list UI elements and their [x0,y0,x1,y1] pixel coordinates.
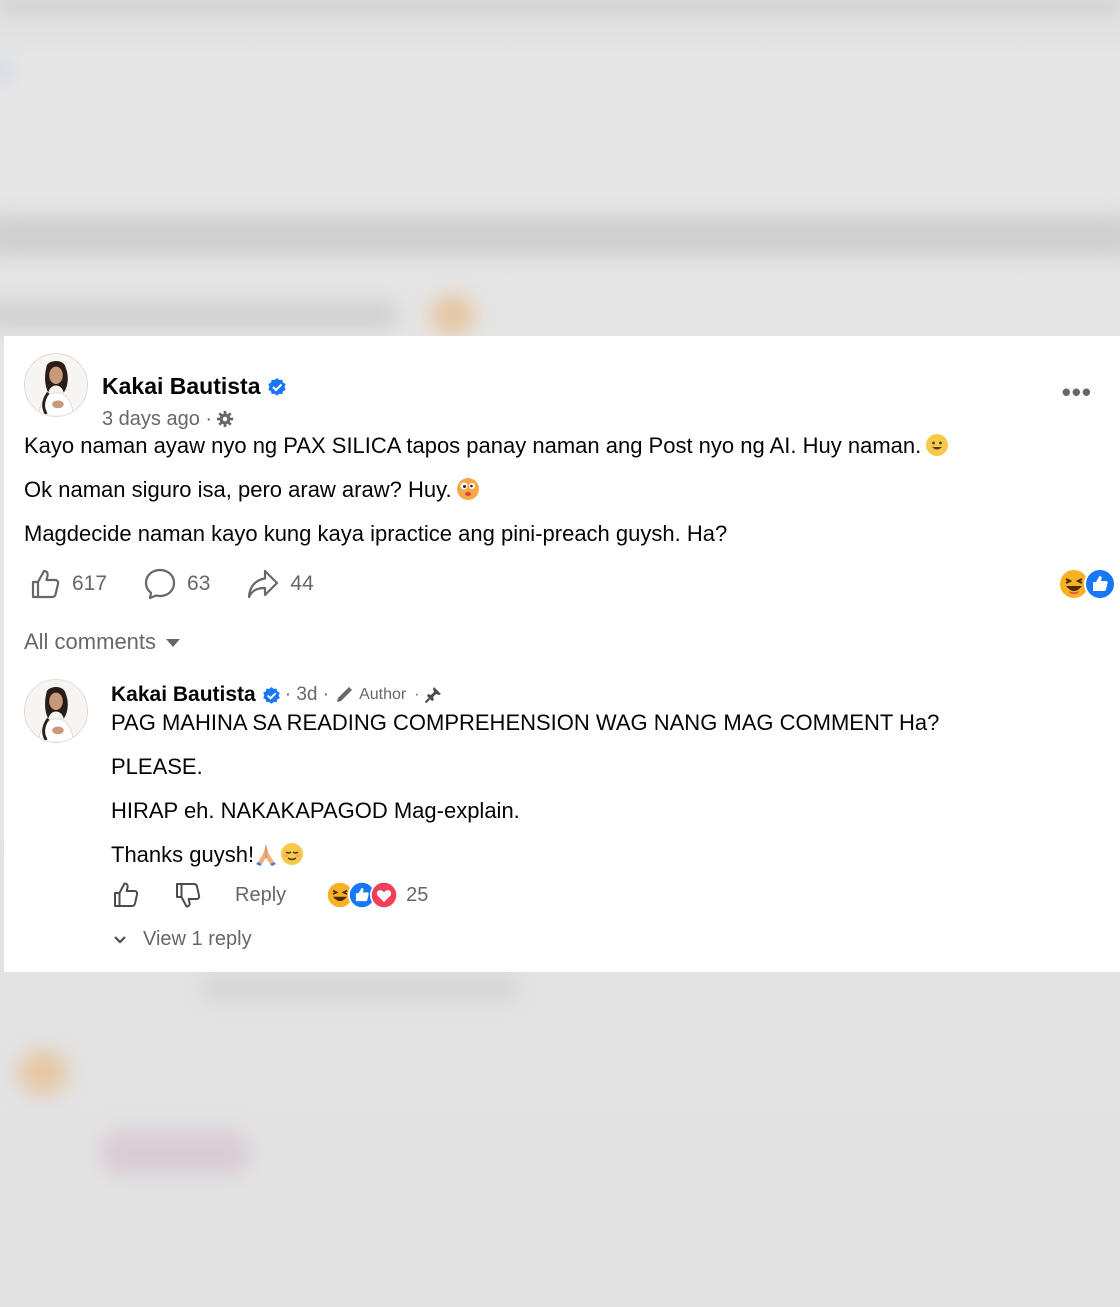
profile-photo-icon [25,354,87,416]
comments-filter-label: All comments [24,629,157,654]
love-reaction-icon [370,881,399,909]
comment-line-text: PAG MAHINA SA READING COMPREHENSION WAG … [111,710,940,735]
view-replies-label: View 1 reply [143,928,252,950]
comment-icon [144,568,176,600]
comment-button[interactable]: 63 [143,567,210,601]
share-icon [248,569,279,599]
avatar[interactable] [24,353,88,417]
comment-reactions-summary[interactable] [326,881,399,909]
more-options-button[interactable]: ••• [1062,379,1092,405]
caret-down-icon [166,639,181,647]
post-line: Kayo naman ayaw nyo ng PAX SILICA tapos … [24,432,1104,460]
reply-button[interactable]: Reply [235,884,286,907]
pencil-icon [337,687,353,702]
comment-line-text: PLEASE. [111,754,203,779]
post-line: Ok naman siguro isa, pero araw araw? Huy… [24,476,1104,504]
like-icon [31,569,60,599]
comment-line: Thanks guysh! [111,841,939,869]
like-count: 617 [72,572,108,595]
like-reaction-icon [1084,568,1116,600]
share-count: 44 [290,572,314,595]
woozy-emoji-icon [456,478,479,500]
post-line-text: Ok naman siguro isa, pero araw araw? Huy… [24,477,452,502]
post-author-name[interactable]: Kakai Bautista [102,373,287,400]
relieved-emoji-icon [281,843,304,865]
author-name-text[interactable]: Kakai Bautista [102,373,261,399]
gear-icon[interactable] [216,410,234,428]
separator-dot: · [414,686,420,703]
post-actions: 617 63 44 [28,566,350,602]
comment-line: HIRAP eh. NAKAKAPAGOD Mag-explain. [111,797,939,825]
comment-line-text: HIRAP eh. NAKAKAPAGOD Mag-explain. [111,798,520,823]
comment-count: 63 [187,572,211,595]
like-button[interactable]: 617 [28,567,107,601]
smile-emoji-icon [926,434,949,456]
post-header: Kakai Bautista 3 days ago · ••• [24,353,1104,430]
post-body: Kayo naman ayaw nyo ng PAX SILICA tapos … [24,432,1104,564]
comment-header: Kakai Bautista · 3d · Author · [111,683,442,707]
post-timestamp[interactable]: 3 days ago · [102,408,212,430]
comments-filter-dropdown[interactable]: All comments [24,629,181,655]
author-badge: Author [335,686,406,704]
post-card: Kakai Bautista 3 days ago · ••• Kayo nam… [4,336,1120,972]
comment-reaction-count: 25 [406,883,429,906]
post-meta: 3 days ago · [102,408,234,431]
comment-author-name[interactable]: Kakai Bautista [111,683,256,707]
comment-line-text: Thanks guysh! [111,842,255,867]
chevron-down-icon [114,935,126,944]
post-line: Magdecide naman kayo kung kaya ipractice… [24,520,1104,548]
profile-photo-icon [25,680,87,742]
comment-line: PAG MAHINA SA READING COMPREHENSION WAG … [111,709,939,737]
post-reactions-summary[interactable] [1058,568,1116,600]
view-replies-button[interactable]: View 1 reply [111,928,252,951]
pin-icon [424,687,441,704]
comment-timestamp[interactable]: · 3d · [285,684,329,706]
comment-line: PLEASE. [111,753,939,781]
verified-badge-icon [262,686,280,704]
like-icon[interactable] [111,880,141,910]
comment-avatar[interactable] [24,679,88,743]
comment-body: PAG MAHINA SA READING COMPREHENSION WAG … [111,709,939,885]
post-line-text: Kayo naman ayaw nyo ng PAX SILICA tapos … [24,433,922,458]
comment-actions: Reply 25 [111,877,428,913]
verified-badge-icon [267,378,286,396]
author-badge-label: Author [359,686,407,703]
post-line-text: Magdecide naman kayo kung kaya ipractice… [24,521,728,546]
folded-hands-emoji-icon [256,845,277,866]
comment-item: Kakai Bautista · 3d · Author · PAG MAHIN… [24,679,1104,969]
share-button[interactable]: 44 [246,567,314,601]
dislike-icon[interactable] [173,880,203,910]
